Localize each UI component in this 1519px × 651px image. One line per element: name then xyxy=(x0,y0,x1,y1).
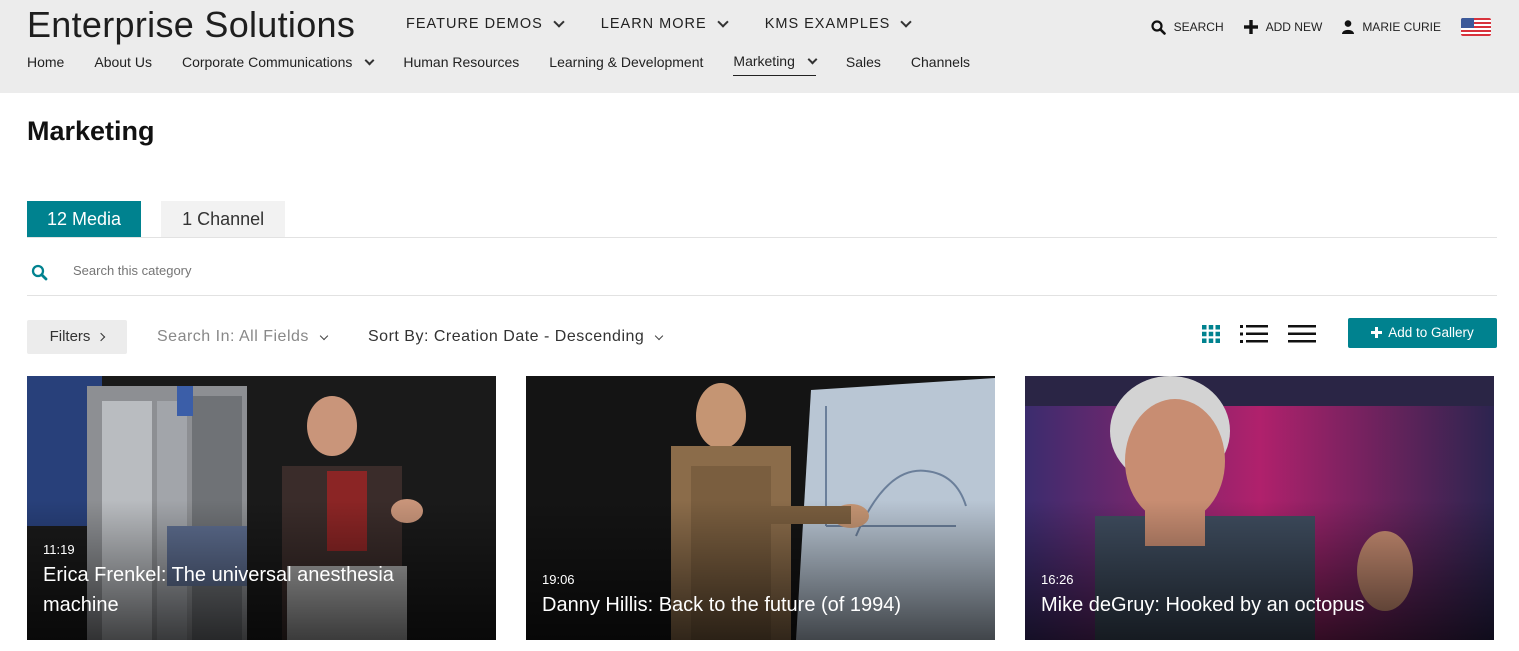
add-to-gallery-button[interactable]: Add to Gallery xyxy=(1348,318,1497,348)
topnav-label: KMS EXAMPLES xyxy=(764,16,891,32)
user-icon xyxy=(1342,20,1355,34)
search-icon xyxy=(1151,19,1166,35)
media-title: Mike deGruy: Hooked by an octopus xyxy=(1041,594,1365,616)
topnav-kms-examples[interactable]: KMS EXAMPLES xyxy=(764,16,912,32)
category-search xyxy=(27,256,1497,294)
search-input[interactable] xyxy=(71,262,475,279)
chevron-down-icon xyxy=(364,55,375,65)
media-duration: 16:26 xyxy=(1041,572,1074,587)
subnav-about-us[interactable]: About Us xyxy=(94,53,152,76)
subnav-channels[interactable]: Channels xyxy=(911,53,970,76)
media-card[interactable]: 16:26 Mike deGruy: Hooked by an octopus xyxy=(1025,376,1494,640)
menu-list-icon xyxy=(1288,325,1316,343)
filters-label: Filters xyxy=(49,328,91,345)
search-label: SEARCH xyxy=(1173,20,1224,34)
view-switcher xyxy=(1202,324,1336,349)
gallery-toolbar: Filters Search In: All Fields Sort By: C… xyxy=(27,318,1497,354)
sort-by-dropdown[interactable]: Sort By: Creation Date - Descending xyxy=(368,328,664,346)
media-title: Erica Frenkel: The universal anesthesia … xyxy=(43,564,394,616)
subnav-label: Home xyxy=(27,53,65,70)
detailed-list-icon xyxy=(1240,325,1268,343)
subnav-label: Sales xyxy=(845,53,881,70)
subnav-label: Human Resources xyxy=(403,53,520,70)
top-nav: FEATURE DEMOS LEARN MORE KMS EXAMPLES xyxy=(406,16,948,32)
topnav-learn-more[interactable]: LEARN MORE xyxy=(600,16,729,32)
search-divider xyxy=(27,295,1497,296)
filters-button[interactable]: Filters xyxy=(27,320,127,354)
plus-icon xyxy=(1243,20,1258,34)
topnav-feature-demos[interactable]: FEATURE DEMOS xyxy=(406,16,565,32)
add-to-gallery-label: Add to Gallery xyxy=(1388,325,1474,340)
subnav-label: Learning & Development xyxy=(549,53,704,70)
search-button[interactable]: SEARCH xyxy=(1151,19,1224,35)
search-in-dropdown[interactable]: Search In: All Fields xyxy=(157,328,329,346)
add-new-label: ADD NEW xyxy=(1265,20,1323,34)
utility-nav: SEARCH ADD NEW MARIE CURIE xyxy=(1131,18,1491,36)
subnav-label: Corporate Communications xyxy=(181,53,353,70)
content-tabs: 12 Media 1 Channel xyxy=(27,201,286,237)
subnav-learning-development[interactable]: Learning & Development xyxy=(549,53,703,76)
site-brand[interactable]: Enterprise Solutions xyxy=(27,4,355,46)
add-new-button[interactable]: ADD NEW xyxy=(1243,20,1323,34)
grid-view-icon xyxy=(1202,325,1220,343)
chevron-down-icon xyxy=(319,331,329,340)
chevron-down-icon xyxy=(717,16,729,28)
chevron-down-icon xyxy=(900,16,912,28)
us-flag-icon[interactable] xyxy=(1461,18,1491,36)
media-card[interactable]: 11:19 Erica Frenkel: The universal anest… xyxy=(27,376,496,640)
site-header: Enterprise Solutions FEATURE DEMOS LEARN… xyxy=(0,0,1519,93)
media-duration: 11:19 xyxy=(43,542,75,557)
plus-icon xyxy=(1371,327,1383,338)
sort-by-label: Sort By: Creation Date - Descending xyxy=(368,328,645,345)
tab-divider xyxy=(27,237,1497,238)
subnav-corporate-communications[interactable]: Corporate Communications xyxy=(181,53,375,76)
chevron-down-icon xyxy=(553,16,565,28)
tab-channel[interactable]: 1 Channel xyxy=(161,201,286,237)
search-icon xyxy=(31,264,48,281)
chevron-right-icon xyxy=(97,332,106,342)
subnav-human-resources[interactable]: Human Resources xyxy=(403,53,519,76)
grid-view-button[interactable] xyxy=(1202,325,1220,348)
compact-list-view-button[interactable] xyxy=(1288,324,1316,349)
topnav-label: FEATURE DEMOS xyxy=(406,16,543,32)
search-in-label: Search In: All Fields xyxy=(157,328,309,345)
detailed-list-view-button[interactable] xyxy=(1240,324,1268,349)
subnav-sales[interactable]: Sales xyxy=(846,53,881,76)
chevron-down-icon xyxy=(807,54,818,65)
tab-media[interactable]: 12 Media xyxy=(27,201,142,237)
subnav-label: Channels xyxy=(910,53,971,70)
page-title: Marketing xyxy=(27,116,155,146)
subnav-home[interactable]: Home xyxy=(27,53,64,76)
category-nav: Home About Us Corporate Communications H… xyxy=(27,53,1000,76)
user-name: MARIE CURIE xyxy=(1362,20,1441,34)
chevron-down-icon xyxy=(655,331,664,340)
topnav-label: LEARN MORE xyxy=(600,16,707,32)
media-duration: 19:06 xyxy=(542,572,575,587)
subnav-label: Marketing xyxy=(733,53,795,69)
subnav-marketing[interactable]: Marketing xyxy=(733,53,818,76)
user-menu[interactable]: MARIE CURIE xyxy=(1342,20,1441,34)
media-card[interactable]: 19:06 Danny Hillis: Back to the future (… xyxy=(526,376,995,640)
subnav-label: About Us xyxy=(94,53,152,70)
media-title: Danny Hillis: Back to the future (of 199… xyxy=(542,594,902,616)
